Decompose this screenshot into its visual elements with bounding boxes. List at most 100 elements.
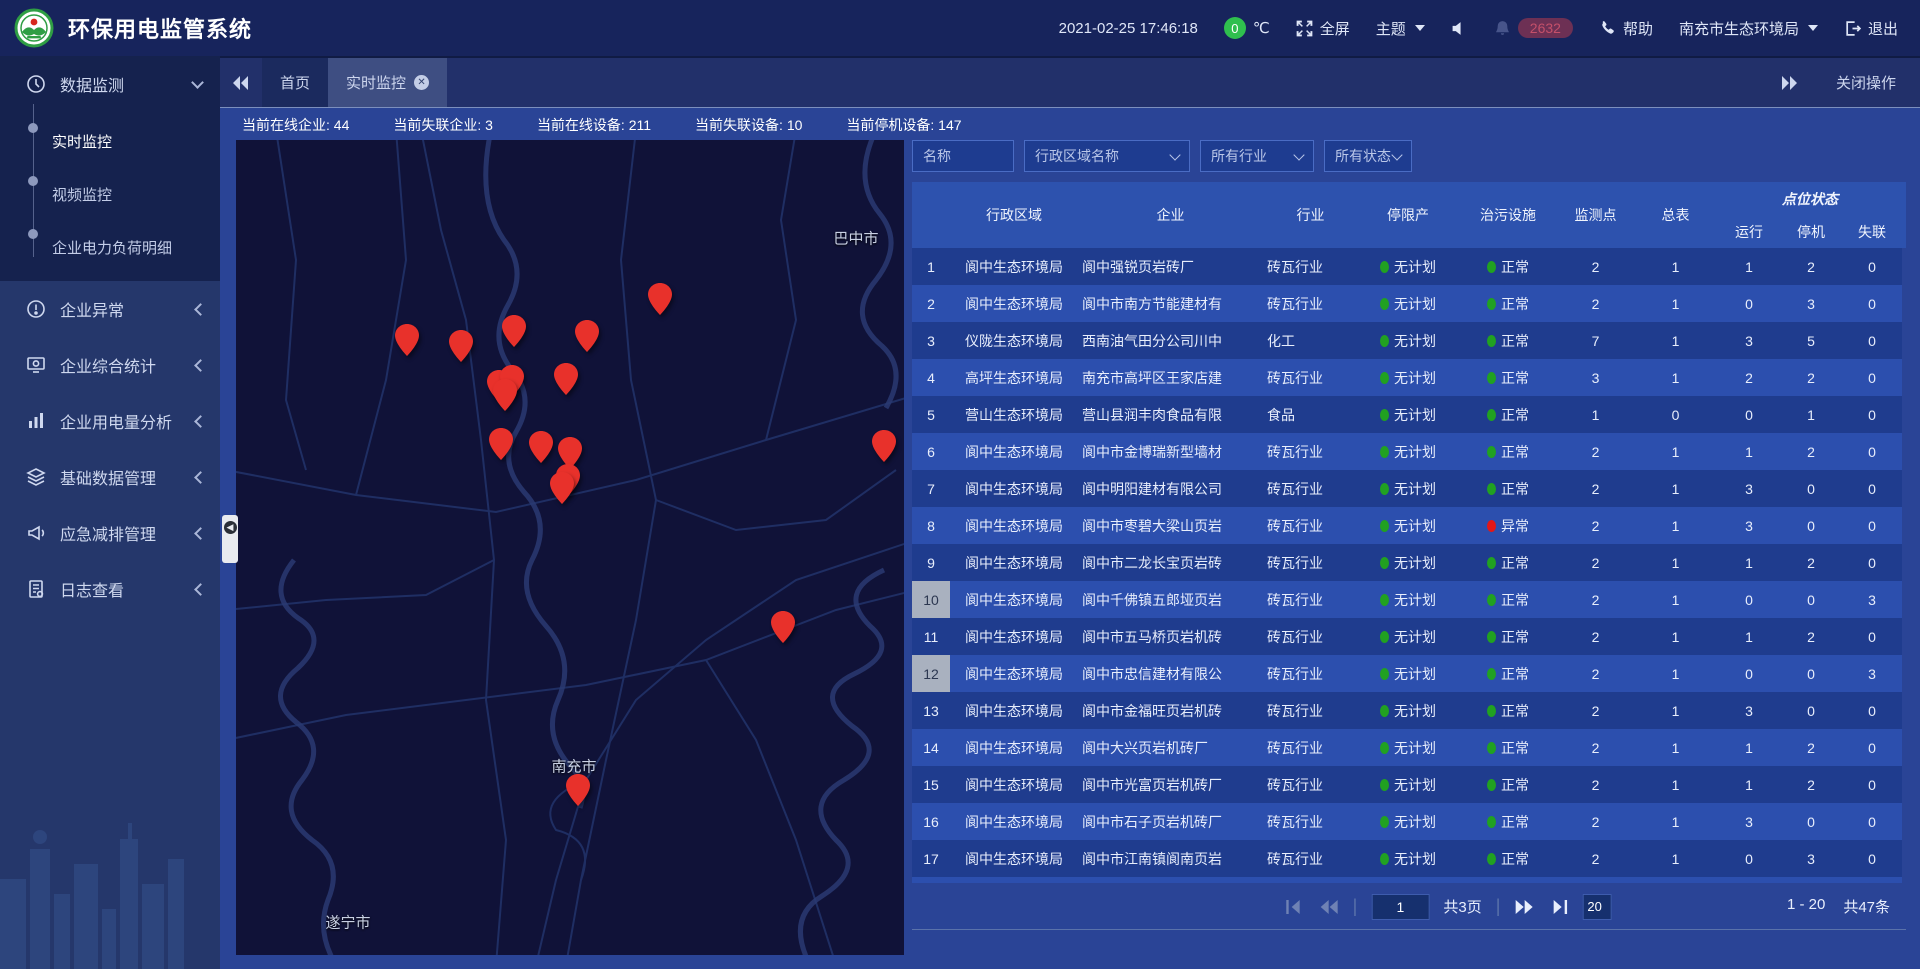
fullscreen-button[interactable]: 全屏 <box>1296 18 1350 39</box>
tabs-scroll-left-button[interactable] <box>220 58 262 107</box>
notifications[interactable]: 2632 <box>1494 18 1573 38</box>
cell-facility-status: 正常 <box>1458 803 1558 840</box>
cell-industry: 建材化工 <box>1263 877 1358 883</box>
cell-facility-status: 正常 <box>1458 396 1558 433</box>
table-row[interactable]: 7阆中生态环境局阆中明阳建材有限公司砖瓦行业无计划正常21300 <box>912 470 1902 507</box>
status-dot-green <box>1380 705 1389 717</box>
enterprise-map-pin[interactable] <box>566 774 590 806</box>
enterprise-map-pin[interactable] <box>550 472 574 504</box>
col-run: 运行 <box>1718 215 1780 248</box>
cell-limit-status: 无计划 <box>1358 507 1458 544</box>
cell-region: 高坪生态环境局 <box>950 359 1078 396</box>
chevron-left-icon <box>194 583 207 596</box>
sidebar-subitem-0-0[interactable]: 实时监控 <box>0 112 220 165</box>
datetime: 2021-02-25 17:46:18 <box>1059 20 1198 37</box>
cell-monitor-count: 2 <box>1558 433 1633 470</box>
cell-monitor-count: 2 <box>1558 248 1633 285</box>
tab-realtime-monitor[interactable]: 实时监控 ✕ <box>328 58 447 107</box>
cell-total-meter: 1 <box>1633 248 1718 285</box>
table-row[interactable]: 15阆中生态环境局阆中市光富页岩机砖厂砖瓦行业无计划正常21120 <box>912 766 1902 803</box>
enterprise-map-pin[interactable] <box>575 320 599 352</box>
table-row[interactable]: 12阆中生态环境局阆中市忠信建材有限公砖瓦行业无计划正常21003 <box>912 655 1902 692</box>
table-row[interactable]: 13阆中生态环境局阆中市金福旺页岩机砖砖瓦行业无计划正常21300 <box>912 692 1902 729</box>
table-row[interactable]: 11阆中生态环境局阆中市五马桥页岩机砖砖瓦行业无计划正常21120 <box>912 618 1902 655</box>
map-panel[interactable]: 巴中市南充市遂宁市 <box>236 140 904 955</box>
industry-select[interactable]: 所有行业 <box>1200 140 1314 172</box>
last-page-button[interactable] <box>1548 899 1568 915</box>
table-row[interactable]: 9阆中生态环境局阆中市二龙长宝页岩砖砖瓦行业无计划正常21120 <box>912 544 1902 581</box>
sidebar-collapse-handle[interactable]: ◀ <box>222 515 238 563</box>
table-row[interactable]: 16阆中生态环境局阆中市石子页岩机砖厂砖瓦行业无计划正常21300 <box>912 803 1902 840</box>
cell-stop-count: 1 <box>1780 396 1842 433</box>
status-dot-green <box>1380 261 1389 273</box>
enterprise-map-pin[interactable] <box>771 611 795 643</box>
prev-page-button[interactable] <box>1319 899 1339 915</box>
tabs-scroll-right-button[interactable] <box>1768 76 1810 90</box>
table-row[interactable]: 14阆中生态环境局阆中大兴页岩机砖厂砖瓦行业无计划正常21120 <box>912 729 1902 766</box>
cell-region: 南部生态环境局 <box>950 877 1078 883</box>
sidebar-subitem-0-1[interactable]: 视频监控 <box>0 165 220 218</box>
status-select[interactable]: 所有状态 <box>1324 140 1412 172</box>
cell-facility-status: 正常 <box>1458 544 1558 581</box>
enterprise-map-pin[interactable] <box>395 324 419 356</box>
table-row[interactable]: 8阆中生态环境局阆中市枣碧大梁山页岩砖瓦行业无计划异常21300 <box>912 507 1902 544</box>
table-row[interactable]: 17阆中生态环境局阆中市江南镇阆南页岩砖瓦行业无计划正常21030 <box>912 840 1902 877</box>
status-dot-green <box>1380 335 1389 347</box>
cell-lost-count: 0 <box>1842 692 1902 729</box>
cell-monitor-count: 3 <box>1558 359 1633 396</box>
cell-stop-count: 2 <box>1780 729 1842 766</box>
table-header: 行政区域 企业 行业 停限产 治污设施 监测点 总表 点位状态 运行 停机 失联 <box>912 182 1906 248</box>
close-operations-button[interactable]: 关闭操作 <box>1836 72 1896 93</box>
cell-run-count: 3 <box>1718 692 1780 729</box>
enterprise-map-pin[interactable] <box>449 330 473 362</box>
cell-monitor-count: 2 <box>1558 729 1633 766</box>
org-menu[interactable]: 南充市生态环境局 <box>1679 18 1818 39</box>
sidebar-item-1[interactable]: 企业异常 <box>0 281 220 337</box>
enterprise-map-pin[interactable] <box>502 315 526 347</box>
row-index: 14 <box>912 729 950 766</box>
logout-button[interactable]: 退出 <box>1844 18 1898 39</box>
table-row[interactable]: 5营山生态环境局营山县润丰肉食品有限食品无计划正常10010 <box>912 396 1902 433</box>
cell-total-meter: 1 <box>1633 655 1718 692</box>
cell-company: 阆中千佛镇五郎垭页岩 <box>1078 581 1263 618</box>
tab-home[interactable]: 首页 <box>262 58 328 107</box>
enterprise-map-pin[interactable] <box>489 428 513 460</box>
page-size-select[interactable]: 20 <box>1582 894 1611 920</box>
enterprise-map-pin[interactable] <box>493 379 517 411</box>
cell-total-meter: 0 <box>1633 396 1718 433</box>
cell-region: 阆中生态环境局 <box>950 766 1078 803</box>
name-search-input[interactable] <box>912 140 1014 172</box>
table-row[interactable]: 3仪陇生态环境局西南油气田分公司川中化工无计划正常71350 <box>912 322 1902 359</box>
table-row[interactable]: 10阆中生态环境局阆中千佛镇五郎垭页岩砖瓦行业无计划正常21003 <box>912 581 1902 618</box>
cell-monitor-count: 2 <box>1558 470 1633 507</box>
table-row[interactable]: 2阆中生态环境局阆中市南方节能建材有砖瓦行业无计划正常21030 <box>912 285 1902 322</box>
page-number-input[interactable] <box>1371 894 1429 920</box>
sidebar-item-4[interactable]: 基础数据管理 <box>0 449 220 505</box>
enterprise-map-pin[interactable] <box>872 430 896 462</box>
table-row[interactable]: 4高坪生态环境局南充市高坪区王家店建砖瓦行业无计划正常31220 <box>912 359 1902 396</box>
cell-total-meter: 1 <box>1633 433 1718 470</box>
help-button[interactable]: 帮助 <box>1599 18 1653 39</box>
first-page-button[interactable] <box>1285 899 1305 915</box>
status-dot-green <box>1380 409 1389 421</box>
sidebar-item-5[interactable]: 应急减排管理 <box>0 505 220 561</box>
enterprise-map-pin[interactable] <box>648 283 672 315</box>
status-dot-green <box>1487 631 1496 643</box>
table-row[interactable]: 18南部生态环境局南部县砖华山泥有限公建材化工无计划正常60060 <box>912 877 1902 883</box>
region-select[interactable]: 行政区域名称 <box>1024 140 1190 172</box>
collapse-arrow-icon: ◀ <box>224 521 237 534</box>
next-page-button[interactable] <box>1514 899 1534 915</box>
sound-toggle[interactable] <box>1451 20 1468 37</box>
enterprise-map-pin[interactable] <box>554 363 578 395</box>
enterprise-map-pin[interactable] <box>529 431 553 463</box>
theme-menu[interactable]: 主题 <box>1376 18 1425 39</box>
table-row[interactable]: 1阆中生态环境局阆中强锐页岩砖厂砖瓦行业无计划正常21120 <box>912 248 1902 285</box>
sidebar-subitem-0-2[interactable]: 企业电力负荷明细 <box>0 218 220 271</box>
sidebar-item-6[interactable]: 日志查看 <box>0 561 220 617</box>
tab-bar: 首页 实时监控 ✕ 关闭操作 <box>220 56 1920 108</box>
sidebar-item-2[interactable]: 企业综合统计 <box>0 337 220 393</box>
stat-item: 当前失联企业: 3 <box>393 115 493 135</box>
tab-close-icon[interactable]: ✕ <box>414 75 429 90</box>
table-row[interactable]: 6阆中生态环境局阆中市金博瑞新型墙材砖瓦行业无计划正常21120 <box>912 433 1902 470</box>
sidebar-item-3[interactable]: 企业用电量分析 <box>0 393 220 449</box>
